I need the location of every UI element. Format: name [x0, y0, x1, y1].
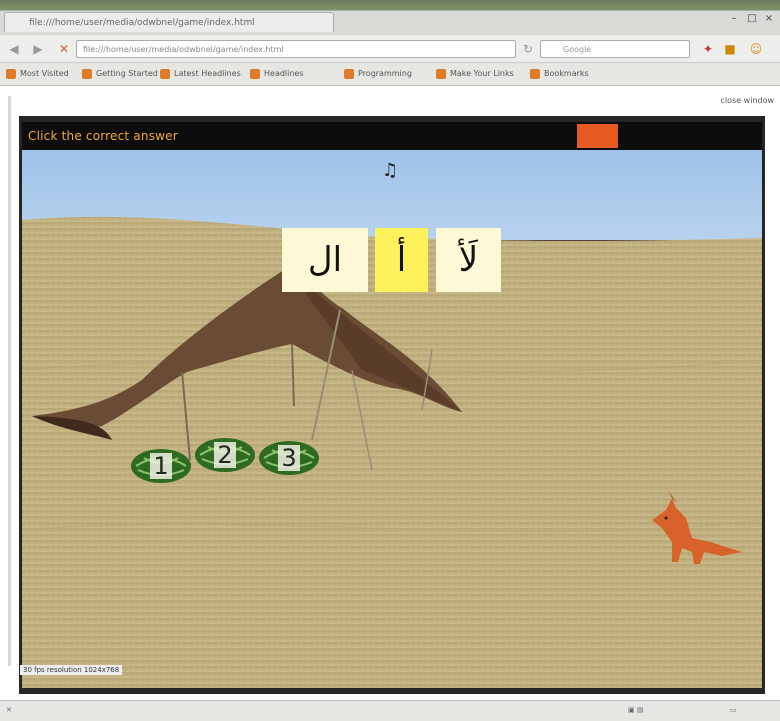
status-bar: ✕ ▣ ▤ ▭ [0, 700, 780, 721]
watermelon-3[interactable]: 3 [258, 440, 320, 476]
maximize-icon[interactable]: □ [745, 12, 759, 26]
bookmark-item[interactable]: Getting Started [82, 67, 158, 81]
bookmark-item[interactable]: Latest Headlines [160, 67, 241, 81]
bookmark-item[interactable]: Bookmarks [530, 67, 589, 81]
reload-icon[interactable]: ↻ [520, 41, 536, 57]
answer-card-3[interactable]: لَأ [436, 228, 501, 292]
watermelon-2[interactable]: 2 [194, 437, 256, 473]
bookmarks-toolbar: Most Visited Getting Started Latest Head… [0, 63, 780, 86]
search-input[interactable]: Google [540, 40, 690, 58]
orange-menu-button[interactable] [577, 124, 618, 148]
browser-tab[interactable]: file:///home/user/media/odwbnel/game/ind… [4, 12, 334, 32]
bookmark-item[interactable]: Programming [344, 67, 412, 81]
melon-number: 3 [278, 444, 300, 471]
navigation-bar: ◀ ▶ ✕ file:///home/user/media/odwbnel/ga… [0, 36, 780, 63]
music-note-icon[interactable]: ♫ [382, 160, 398, 181]
game-frame: Click the correct answer ♫ ال أ لَأ 1 2 … [19, 116, 765, 694]
game-scene: ♫ ال أ لَأ 1 2 3 [22, 150, 762, 688]
game-header: Click the correct answer [22, 122, 762, 150]
fps-status: 30 fps resolution 1024x768 [20, 665, 123, 675]
instruction-text: Click the correct answer [28, 129, 178, 143]
page-left-border [8, 96, 11, 666]
addon-icon[interactable]: ✦ [700, 41, 716, 57]
watermelon-1[interactable]: 1 [130, 448, 192, 484]
addon-bar-icon[interactable]: ▭ [730, 706, 737, 714]
profile-icon[interactable]: ☺ [748, 41, 764, 57]
extension-icon[interactable]: ■ [722, 41, 738, 57]
bookmark-item[interactable]: Make Your Links [436, 67, 514, 81]
answer-card-2[interactable]: أ [375, 228, 428, 292]
status-icon: ✕ [6, 706, 12, 714]
forward-icon[interactable]: ▶ [30, 41, 46, 57]
answer-letter: ال [307, 240, 343, 280]
window-titlebar: file:///home/user/media/odwbnel/game/ind… [0, 0, 780, 35]
bookmark-item[interactable]: Most Visited [6, 67, 69, 81]
close-window-icon[interactable]: × [762, 12, 776, 26]
bookmark-item[interactable]: Headlines [250, 67, 304, 81]
minimize-icon[interactable]: – [727, 12, 741, 26]
answer-letter: أ [396, 240, 407, 280]
back-icon[interactable]: ◀ [6, 41, 22, 57]
close-window-link[interactable]: close window [721, 96, 775, 105]
answer-letter: لَأ [458, 240, 479, 280]
melon-number: 1 [150, 452, 172, 479]
answer-card-1[interactable]: ال [282, 228, 368, 292]
url-bar[interactable]: file:///home/user/media/odwbnel/game/ind… [76, 40, 516, 58]
melon-number: 2 [214, 441, 236, 468]
downloads-icon[interactable]: ▣ ▤ [628, 706, 643, 714]
stop-icon[interactable]: ✕ [56, 41, 72, 57]
